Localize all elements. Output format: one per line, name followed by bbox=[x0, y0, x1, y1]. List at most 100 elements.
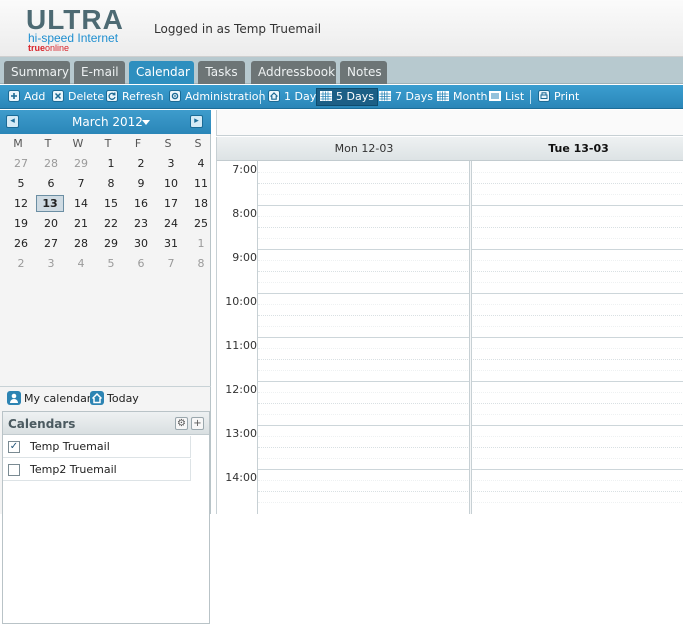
hour-label: 7:00 bbox=[232, 163, 257, 176]
gear-icon bbox=[169, 90, 181, 102]
calendar-settings-button[interactable]: ⚙ bbox=[175, 417, 188, 430]
tab-notes[interactable]: Notes bbox=[340, 61, 387, 84]
all-day-area[interactable] bbox=[216, 110, 683, 136]
view-5-days-label: 5 Days bbox=[336, 90, 374, 103]
refresh-label: Refresh bbox=[122, 90, 164, 103]
view-7-days-button[interactable]: 7 Days bbox=[376, 88, 436, 106]
mini-calendar-today[interactable]: 13 bbox=[36, 195, 64, 212]
calendar-checkbox[interactable] bbox=[8, 464, 20, 476]
add-button[interactable]: Add bbox=[5, 88, 48, 106]
quick-links: My calendar Today bbox=[0, 386, 211, 408]
mini-calendar-day[interactable]: 22 bbox=[97, 215, 125, 232]
administration-button[interactable]: Administration bbox=[166, 88, 269, 106]
day-header-tue[interactable]: Tue 13-03 bbox=[473, 142, 683, 155]
refresh-button[interactable]: Refresh bbox=[103, 88, 167, 106]
main-tabs: Summary E-mail Calendar Tasks Addressboo… bbox=[0, 57, 683, 84]
mini-calendar-day[interactable]: 29 bbox=[67, 155, 95, 172]
mini-calendar-day[interactable]: 27 bbox=[7, 155, 35, 172]
mini-calendar-day[interactable]: 29 bbox=[97, 235, 125, 252]
view-month-label: Month bbox=[453, 90, 488, 103]
mini-calendar-day[interactable]: 8 bbox=[97, 175, 125, 192]
mini-calendar-day[interactable]: 10 bbox=[157, 175, 185, 192]
logo-brand-true: true bbox=[28, 43, 46, 53]
view-month-button[interactable]: Month bbox=[434, 88, 490, 106]
calendar-item[interactable]: Temp2 Truemail bbox=[3, 459, 191, 481]
mini-calendar-day[interactable]: 28 bbox=[67, 235, 95, 252]
mini-calendar-day[interactable]: 1 bbox=[187, 235, 215, 252]
print-button[interactable]: Print bbox=[535, 88, 582, 106]
tab-calendar[interactable]: Calendar bbox=[129, 61, 194, 84]
mini-calendar-day[interactable]: 30 bbox=[127, 235, 155, 252]
my-calendar-button[interactable]: My calendar bbox=[7, 391, 91, 405]
mini-calendar-day[interactable]: 31 bbox=[157, 235, 185, 252]
weekday-label: W bbox=[72, 137, 84, 150]
tab-summary[interactable]: Summary bbox=[4, 61, 70, 84]
calendar-checkbox[interactable]: ✓ bbox=[8, 441, 20, 453]
print-icon bbox=[538, 90, 550, 102]
time-gutter: 7:00 8:00 9:00 10:00 11:00 12:00 13:00 14:00 bbox=[217, 161, 258, 514]
chevron-left-icon: ◂ bbox=[10, 116, 15, 126]
login-status: Logged in as Temp Truemail bbox=[154, 22, 322, 36]
view-1-day-button[interactable]: 1 Day bbox=[265, 88, 319, 106]
mini-calendar-day[interactable]: 14 bbox=[67, 195, 95, 212]
hour-label: 13:00 bbox=[225, 427, 257, 440]
view-1-day-label: 1 Day bbox=[284, 90, 317, 103]
mini-calendar-day[interactable]: 18 bbox=[187, 195, 215, 212]
weekday-label: M bbox=[13, 137, 23, 150]
mini-calendar-day[interactable]: 20 bbox=[37, 215, 65, 232]
mini-calendar-day[interactable]: 4 bbox=[187, 155, 215, 172]
mini-calendar-day[interactable]: 11 bbox=[187, 175, 215, 192]
mini-calendar-day[interactable]: 16 bbox=[127, 195, 155, 212]
mini-calendar-day[interactable]: 24 bbox=[157, 215, 185, 232]
mini-calendar-day[interactable]: 8 bbox=[187, 255, 215, 272]
tab-addressbook[interactable]: Addressbook bbox=[251, 61, 336, 84]
mini-calendar-day[interactable]: 28 bbox=[37, 155, 65, 172]
delete-icon bbox=[52, 90, 64, 102]
tab-tasks[interactable]: Tasks bbox=[198, 61, 245, 84]
day-header-mon[interactable]: Mon 12-03 bbox=[259, 142, 469, 155]
mini-calendar-day[interactable]: 6 bbox=[37, 175, 65, 192]
mini-calendar-day[interactable]: 6 bbox=[127, 255, 155, 272]
mini-calendar-day[interactable]: 7 bbox=[67, 175, 95, 192]
refresh-icon bbox=[106, 90, 118, 102]
calendar-toolbar: Add Delete Refresh Administration 1 Day … bbox=[0, 85, 683, 109]
mini-calendar-day[interactable]: 7 bbox=[157, 255, 185, 272]
mini-calendar-day[interactable]: 26 bbox=[7, 235, 35, 252]
mini-calendar-day[interactable]: 9 bbox=[127, 175, 155, 192]
mini-calendar-day[interactable]: 15 bbox=[97, 195, 125, 212]
mini-calendar-day[interactable]: 5 bbox=[7, 175, 35, 192]
mini-calendar-day[interactable]: 23 bbox=[127, 215, 155, 232]
delete-button[interactable]: Delete bbox=[49, 88, 107, 106]
weekday-label: T bbox=[44, 137, 52, 150]
day-column-divider bbox=[469, 161, 472, 514]
add-calendar-button[interactable]: + bbox=[191, 417, 204, 430]
mini-calendar-day[interactable]: 4 bbox=[67, 255, 95, 272]
mini-calendar-day[interactable]: 19 bbox=[7, 215, 35, 232]
print-label: Print bbox=[554, 90, 580, 103]
mini-calendar-day[interactable]: 3 bbox=[157, 155, 185, 172]
plus-icon bbox=[8, 90, 20, 102]
mini-calendar-day[interactable]: 1 bbox=[97, 155, 125, 172]
mini-calendar-day[interactable]: 21 bbox=[67, 215, 95, 232]
mini-calendar-day[interactable]: 12 bbox=[7, 195, 35, 212]
view-list-button[interactable]: List bbox=[486, 88, 527, 106]
mini-calendar-day[interactable]: 5 bbox=[97, 255, 125, 272]
mini-calendar-day[interactable]: 2 bbox=[7, 255, 35, 272]
mini-calendar-day[interactable]: 25 bbox=[187, 215, 215, 232]
tab-email[interactable]: E-mail bbox=[74, 61, 125, 84]
calendar-name: Temp2 Truemail bbox=[30, 463, 117, 476]
today-label: Today bbox=[107, 392, 139, 405]
view-5-days-button[interactable]: 5 Days bbox=[316, 88, 378, 106]
calendar-view: Mon 12-03 Tue 13-03 7:00 8:00 9:00 10:00 11:… bbox=[216, 110, 683, 514]
month-label[interactable]: March 2012 bbox=[72, 115, 143, 129]
chevron-down-icon[interactable] bbox=[142, 120, 150, 125]
mini-calendar-day[interactable]: 17 bbox=[157, 195, 185, 212]
next-month-button[interactable]: ▸ bbox=[190, 115, 203, 128]
mini-calendar-day[interactable]: 27 bbox=[37, 235, 65, 252]
prev-month-button[interactable]: ◂ bbox=[6, 115, 19, 128]
today-button[interactable]: Today bbox=[90, 391, 139, 405]
calendar-item[interactable]: ✓ Temp Truemail bbox=[3, 436, 191, 458]
mini-calendar-day[interactable]: 2 bbox=[127, 155, 155, 172]
time-grid[interactable]: 7:00 8:00 9:00 10:00 11:00 12:00 13:00 14:00 bbox=[216, 161, 683, 514]
mini-calendar-day[interactable]: 3 bbox=[37, 255, 65, 272]
